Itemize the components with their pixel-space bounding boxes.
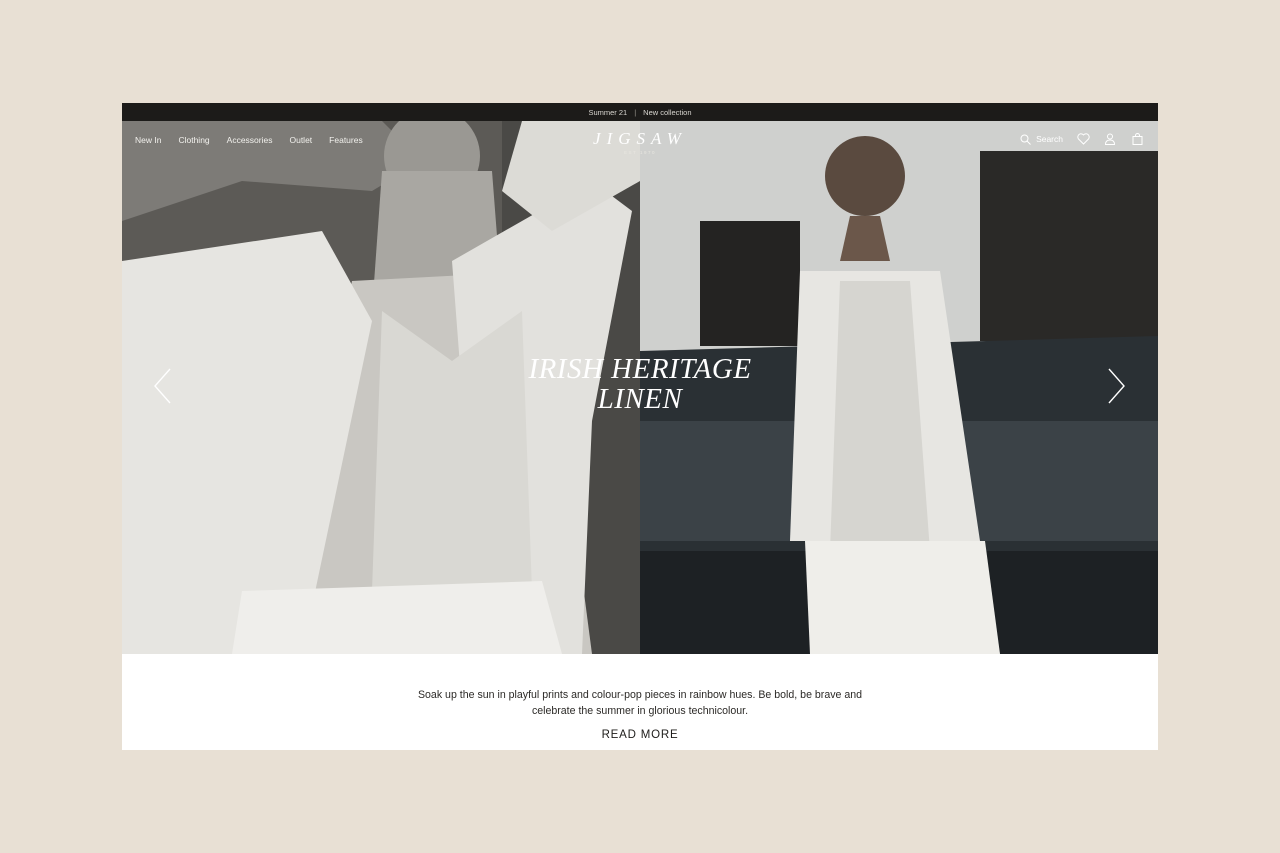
announcement-separator: | (634, 107, 637, 117)
promo-description: Soak up the sun in playful prints and co… (380, 688, 900, 719)
browser-frame: Summer 21 | New collection New In Clothi… (122, 103, 1158, 750)
announcement-season[interactable]: Summer 21 (588, 108, 627, 117)
user-icon[interactable] (1103, 132, 1117, 146)
search-label: Search (1036, 134, 1063, 144)
carousel-prev-button[interactable] (150, 366, 174, 406)
search-icon (1018, 132, 1032, 146)
brand-established: EST 1970 (624, 150, 656, 155)
main-navigation: New In Clothing Accessories Outlet Featu… (122, 121, 1158, 161)
bag-icon[interactable] (1130, 132, 1144, 146)
promo-text-line1: Soak up the sun in playful prints and co… (417, 689, 863, 701)
chevron-right-icon (1105, 368, 1129, 410)
promo-section: Soak up the sun in playful prints and co… (122, 654, 1158, 750)
nav-actions: Search (1018, 132, 1144, 146)
announcement-bar: Summer 21 | New collection (122, 103, 1158, 121)
chevron-left-icon (150, 368, 174, 410)
search-button[interactable]: Search (1018, 132, 1063, 146)
hero-headline-line2: LINEN (597, 383, 683, 415)
announcement-collection[interactable]: New collection (643, 108, 691, 117)
promo-text-line2: celebrate the summer in glorious technic… (531, 704, 749, 717)
heart-icon[interactable] (1076, 132, 1090, 146)
read-more-label[interactable]: READ MORE (602, 729, 679, 741)
carousel-next-button[interactable] (1105, 366, 1129, 406)
hero-headline-line1: IRISH HERITAGE (528, 353, 752, 385)
read-more-link[interactable]: READ MORE (122, 729, 1158, 741)
brand-logo[interactable]: JIGSAW EST 1970 (122, 129, 1158, 155)
hero-headline: IRISH HERITAGE LINEN (122, 354, 1158, 414)
brand-wordmark: JIGSAW (593, 129, 687, 148)
